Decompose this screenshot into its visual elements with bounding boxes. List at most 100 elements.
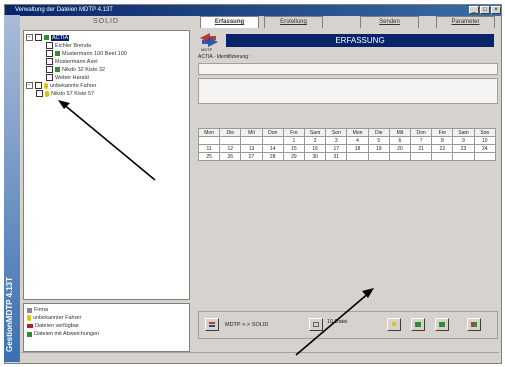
tab-senden[interactable]: Senden — [360, 16, 419, 28]
tree-item[interactable]: − unbekannte Fahrer — [26, 82, 96, 89]
calendar-day-cell[interactable]: 31 — [325, 152, 348, 161]
calendar-day-header: Son — [473, 128, 497, 137]
calendar-day-cell — [240, 136, 263, 145]
refresh-icon — [415, 322, 421, 327]
calendar-day-cell[interactable]: 9 — [452, 136, 475, 145]
unknown-driver-icon — [45, 90, 49, 97]
identification-field[interactable] — [198, 63, 498, 75]
calendar-day-cell[interactable]: 5 — [367, 136, 390, 145]
save-button[interactable] — [435, 318, 449, 331]
exit-button[interactable] — [467, 318, 481, 331]
calendar-day-cell[interactable]: 27 — [240, 152, 263, 161]
calendar-day-cell[interactable]: 23 — [452, 144, 475, 153]
calendar-day-cell[interactable]: 15 — [282, 144, 306, 153]
tab-erstellung[interactable]: Erstellung — [264, 16, 323, 28]
calendar-day-cell[interactable]: 28 — [261, 152, 284, 161]
calendar-week-row: 11 12 13 14 15 16 17 18 19 20 21 22 23 24 — [197, 144, 497, 153]
calendar-day-cell[interactable]: 14 — [261, 144, 284, 153]
file-count-label: 10 Datei — [327, 319, 348, 325]
calendar-day-cell — [346, 152, 369, 161]
calendar-day-cell[interactable]: 29 — [282, 152, 306, 161]
calendar-day-cell[interactable]: 24 — [473, 144, 497, 153]
company-icon — [27, 307, 32, 313]
refresh-button[interactable] — [411, 318, 425, 331]
calendar-day-cell[interactable]: 21 — [410, 144, 433, 153]
tree-item-label: Mustermann Axel — [55, 58, 98, 65]
close-button[interactable]: × — [491, 6, 501, 14]
checkbox-icon[interactable] — [35, 34, 42, 41]
calendar-day-cell[interactable]: 19 — [367, 144, 390, 153]
calendar-day-cell[interactable]: 7 — [410, 136, 433, 145]
tree-item[interactable]: Weber Harald — [46, 74, 89, 81]
calendar-day-cell[interactable]: 25 — [197, 152, 221, 161]
file-deviation-icon — [27, 331, 32, 337]
calendar-day-cell[interactable]: 16 — [304, 144, 327, 153]
calendar-day-cell[interactable]: 22 — [431, 144, 454, 153]
tree-item[interactable]: Mustermann 100 Beet 100 — [46, 50, 127, 57]
calendar-day-cell — [431, 152, 454, 161]
mdtp-logo-icon: MDTP — [200, 33, 218, 52]
app-sidebar: GestionMDTP 4.13T — [4, 15, 20, 362]
calendar-day-cell[interactable]: 26 — [219, 152, 242, 161]
exit-icon — [471, 322, 477, 327]
tree-item[interactable]: Nikdo 57 Kiste 57 — [36, 90, 94, 97]
checkbox-icon[interactable] — [46, 74, 53, 81]
maximize-button[interactable]: □ — [480, 6, 490, 14]
calendar-day-cell — [219, 136, 242, 145]
transfer-button[interactable] — [205, 318, 219, 331]
main-content: MDTP ERFASSUNG ACTIA - Identifizierung :… — [196, 28, 498, 339]
unknown-driver-icon — [44, 82, 48, 89]
calendar-day-cell[interactable]: 11 — [197, 144, 221, 153]
driver-tree[interactable]: − ACTIA Eichler Brenda Mustermann 100 Be… — [23, 30, 190, 300]
sidebar-vertical-label: GestionMDTP 4.13T — [5, 277, 14, 352]
checkbox-icon[interactable] — [46, 58, 53, 65]
legend-label: Firma — [34, 307, 49, 313]
calendar-day-cell[interactable]: 2 — [304, 136, 327, 145]
calendar-day-cell[interactable]: 3 — [325, 136, 348, 145]
tree-item-label: ACTIA — [51, 34, 70, 41]
minimize-button[interactable]: _ — [469, 6, 479, 14]
calendar-day-header: Sam — [304, 128, 327, 137]
device-button[interactable] — [309, 318, 323, 331]
calendar-day-cell — [367, 152, 390, 161]
legend-label: unbekannter Fahrer — [33, 315, 82, 321]
checkbox-icon[interactable] — [46, 50, 53, 57]
calendar-day-cell[interactable]: 12 — [219, 144, 242, 153]
tree-item[interactable]: Nikdo 32 Kiste 32 — [46, 66, 105, 73]
tab-parameter[interactable]: Parameter — [436, 16, 495, 28]
left-panel: SOLID − ACTIA Eichler Brenda Mustermann … — [21, 16, 191, 354]
checkbox-icon[interactable] — [35, 82, 42, 89]
company-icon — [44, 35, 49, 40]
calendar-day-cell[interactable]: 4 — [346, 136, 369, 145]
checkbox-icon[interactable] — [46, 66, 53, 73]
calendar-day-header: Mit — [240, 128, 263, 137]
driver-button[interactable] — [387, 318, 401, 331]
calendar-day-cell[interactable]: 30 — [304, 152, 327, 161]
calendar-day-cell[interactable]: 1 — [282, 136, 306, 145]
collapse-icon[interactable]: − — [26, 82, 33, 89]
collapse-icon[interactable]: − — [26, 34, 33, 41]
legend-label: Dateien mit Abweichungen — [34, 331, 100, 337]
tree-item-label: Eichler Brenda — [55, 42, 92, 49]
title-bar: Verwaltung der Dateien MDTP 4.13T _ □ × — [5, 5, 501, 16]
tree-item[interactable]: Eichler Brenda — [46, 42, 91, 49]
calendar-day-cell[interactable]: 18 — [346, 144, 369, 153]
calendar-day-cell[interactable]: 6 — [388, 136, 412, 145]
device-icon — [313, 322, 319, 327]
tree-item[interactable]: Mustermann Axel — [46, 58, 98, 65]
calendar-week-row: 25 26 27 28 29 30 31 — [197, 152, 497, 161]
file-available-icon — [55, 67, 60, 72]
legend-item: Firma — [27, 307, 48, 313]
checkbox-icon[interactable] — [46, 42, 53, 49]
tree-item[interactable]: − ACTIA — [26, 34, 70, 41]
calendar-day-header: Mon — [197, 128, 221, 137]
calendar-day-cell[interactable]: 13 — [240, 144, 263, 153]
calendar-header-row: Mon Die Mit Don Fre Sam Son Mon Die Mit Don Fre Sam S… — [197, 128, 497, 137]
page-title-banner: ERFASSUNG — [226, 34, 494, 47]
calendar-day-cell[interactable]: 10 — [473, 136, 497, 145]
calendar-day-cell[interactable]: 8 — [431, 136, 454, 145]
checkbox-icon[interactable] — [36, 90, 43, 97]
calendar-week-row: 1 2 3 4 5 6 7 8 9 10 — [197, 136, 497, 145]
calendar-day-cell[interactable]: 17 — [325, 144, 348, 153]
calendar-day-cell[interactable]: 20 — [388, 144, 412, 153]
